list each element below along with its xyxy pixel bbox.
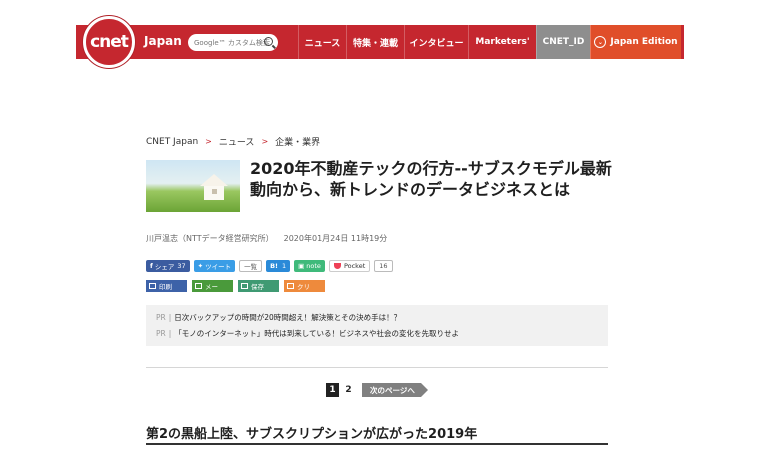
hatena-label: B! bbox=[270, 262, 278, 270]
nav-japan-edition[interactable]: ⌄ Japan Edition bbox=[590, 25, 681, 59]
breadcrumb-separator: > bbox=[205, 137, 212, 146]
breadcrumb-news[interactable]: ニュース bbox=[219, 135, 255, 148]
logo-text: cnet bbox=[90, 32, 129, 52]
article-actions: 印刷 メー 保存 クリ bbox=[146, 280, 330, 292]
print-button[interactable]: 印刷 bbox=[146, 280, 187, 292]
twitter-share-label: ツイート bbox=[205, 263, 232, 271]
main-nav: ニュース 特集・連載 インタビュー Marketers' CNET_ID ⌄ J… bbox=[298, 25, 681, 59]
hatena-count: 1 bbox=[281, 262, 287, 270]
pr-link[interactable]: 「モノのインターネット」時代は到来している！ビジネスや社会の変化を先取りせよ bbox=[174, 329, 459, 338]
section-heading: 第2の黒船上陸、サブスクリプションが広がった2019年 bbox=[146, 427, 478, 442]
pr-tag: PR bbox=[156, 329, 166, 338]
breadcrumb-cnet-japan[interactable]: CNET Japan bbox=[146, 137, 198, 147]
edition-label: Japan bbox=[144, 34, 182, 48]
search-icon[interactable] bbox=[264, 37, 273, 46]
twitter-icon: ✦ bbox=[197, 262, 204, 270]
breadcrumb-separator: > bbox=[261, 137, 269, 146]
page-2[interactable]: 2 bbox=[342, 383, 355, 397]
save-button[interactable]: 保存 bbox=[238, 280, 279, 292]
page-1[interactable]: 1 bbox=[326, 383, 339, 397]
facebook-icon: f bbox=[150, 262, 153, 270]
byline: 川戸温志（NTTデータ経営研究所） 2020年01月24日 11時19分 bbox=[146, 233, 387, 244]
publish-date: 2020年01月24日 11時19分 bbox=[283, 234, 388, 243]
site-header: cnet Japan Google™ カスタム検索 ニュース 特集・連載 インタ… bbox=[76, 16, 684, 68]
nav-news[interactable]: ニュース bbox=[298, 25, 346, 59]
facebook-share-label: シェア bbox=[154, 263, 175, 271]
author[interactable]: 川戸温志（NTTデータ経営研究所） bbox=[146, 234, 274, 243]
mail-label: メー bbox=[205, 283, 218, 291]
pr-box: PR | 日次バックアップの時間が20時間超え！解決策とその決め手は！？ PR | 「モ… bbox=[146, 305, 608, 346]
pr-tag: PR bbox=[156, 313, 166, 322]
breadcrumb: CNET Japan > ニュース > 企業・業界 bbox=[146, 135, 320, 149]
clip-button[interactable]: クリ bbox=[284, 280, 325, 292]
save-label: 保存 bbox=[251, 283, 264, 291]
clip-icon bbox=[287, 283, 294, 289]
nav-features[interactable]: 特集・連載 bbox=[346, 25, 404, 59]
search-input[interactable]: Google™ カスタム検索 bbox=[194, 38, 270, 48]
facebook-share-count: 37 bbox=[177, 262, 186, 270]
article-thumbnail bbox=[146, 160, 240, 212]
hatena-bookmark-button[interactable]: B! 1 bbox=[266, 260, 291, 272]
twitter-count[interactable]: 一覧 bbox=[239, 260, 263, 272]
search-box[interactable]: Google™ カスタム検索 bbox=[188, 34, 278, 51]
twitter-share-button[interactable]: ✦ ツイート bbox=[193, 260, 236, 272]
pr-link[interactable]: 日次バックアップの時間が20時間超え！解決策とその決め手は！？ bbox=[174, 313, 401, 322]
chevron-down-icon: ⌄ bbox=[594, 36, 607, 48]
pr-item[interactable]: PR | 日次バックアップの時間が20時間超え！解決策とその決め手は！？ bbox=[156, 312, 401, 323]
mail-icon bbox=[195, 283, 202, 289]
nav-cnet-id[interactable]: CNET_ID bbox=[536, 25, 590, 59]
note-icon: ▣ bbox=[298, 262, 305, 270]
next-page-button[interactable]: 次のページへ bbox=[362, 383, 428, 397]
pocket-count: 16 bbox=[374, 260, 393, 272]
pocket-icon bbox=[333, 263, 341, 269]
japan-edition-label: Japan Edition bbox=[610, 37, 678, 47]
breadcrumb-industry[interactable]: 企業・業界 bbox=[275, 135, 320, 148]
pocket-label: Pocket bbox=[343, 262, 366, 270]
pr-item[interactable]: PR | 「モノのインターネット」時代は到来している！ビジネスや社会の変化を先取りせ… bbox=[156, 328, 459, 339]
cnet-logo[interactable]: cnet bbox=[83, 16, 135, 68]
print-label: 印刷 bbox=[159, 283, 172, 291]
house-image bbox=[200, 174, 228, 202]
nav-marketers[interactable]: Marketers' bbox=[468, 25, 536, 59]
share-buttons: f シェア 37 ✦ ツイート 一覧 B! 1 ▣ note Pocket 16 bbox=[146, 260, 397, 272]
facebook-share-button[interactable]: f シェア 37 bbox=[146, 260, 190, 272]
clip-label: クリ bbox=[297, 283, 310, 291]
pocket-button[interactable]: Pocket bbox=[328, 260, 371, 272]
nav-interview[interactable]: インタビュー bbox=[404, 25, 468, 59]
note-label: note bbox=[306, 262, 321, 270]
divider bbox=[146, 367, 608, 368]
mail-button[interactable]: メー bbox=[192, 280, 233, 292]
save-icon bbox=[241, 283, 248, 289]
section-underline bbox=[146, 443, 608, 445]
note-share-button[interactable]: ▣ note bbox=[294, 260, 325, 272]
pagination: 1 2 次のページへ bbox=[326, 383, 428, 397]
print-icon bbox=[149, 283, 156, 289]
article-title: 2020年不動産テックの行方--サブスクモデル最新動向から、新トレンドのデータビ… bbox=[250, 159, 612, 199]
